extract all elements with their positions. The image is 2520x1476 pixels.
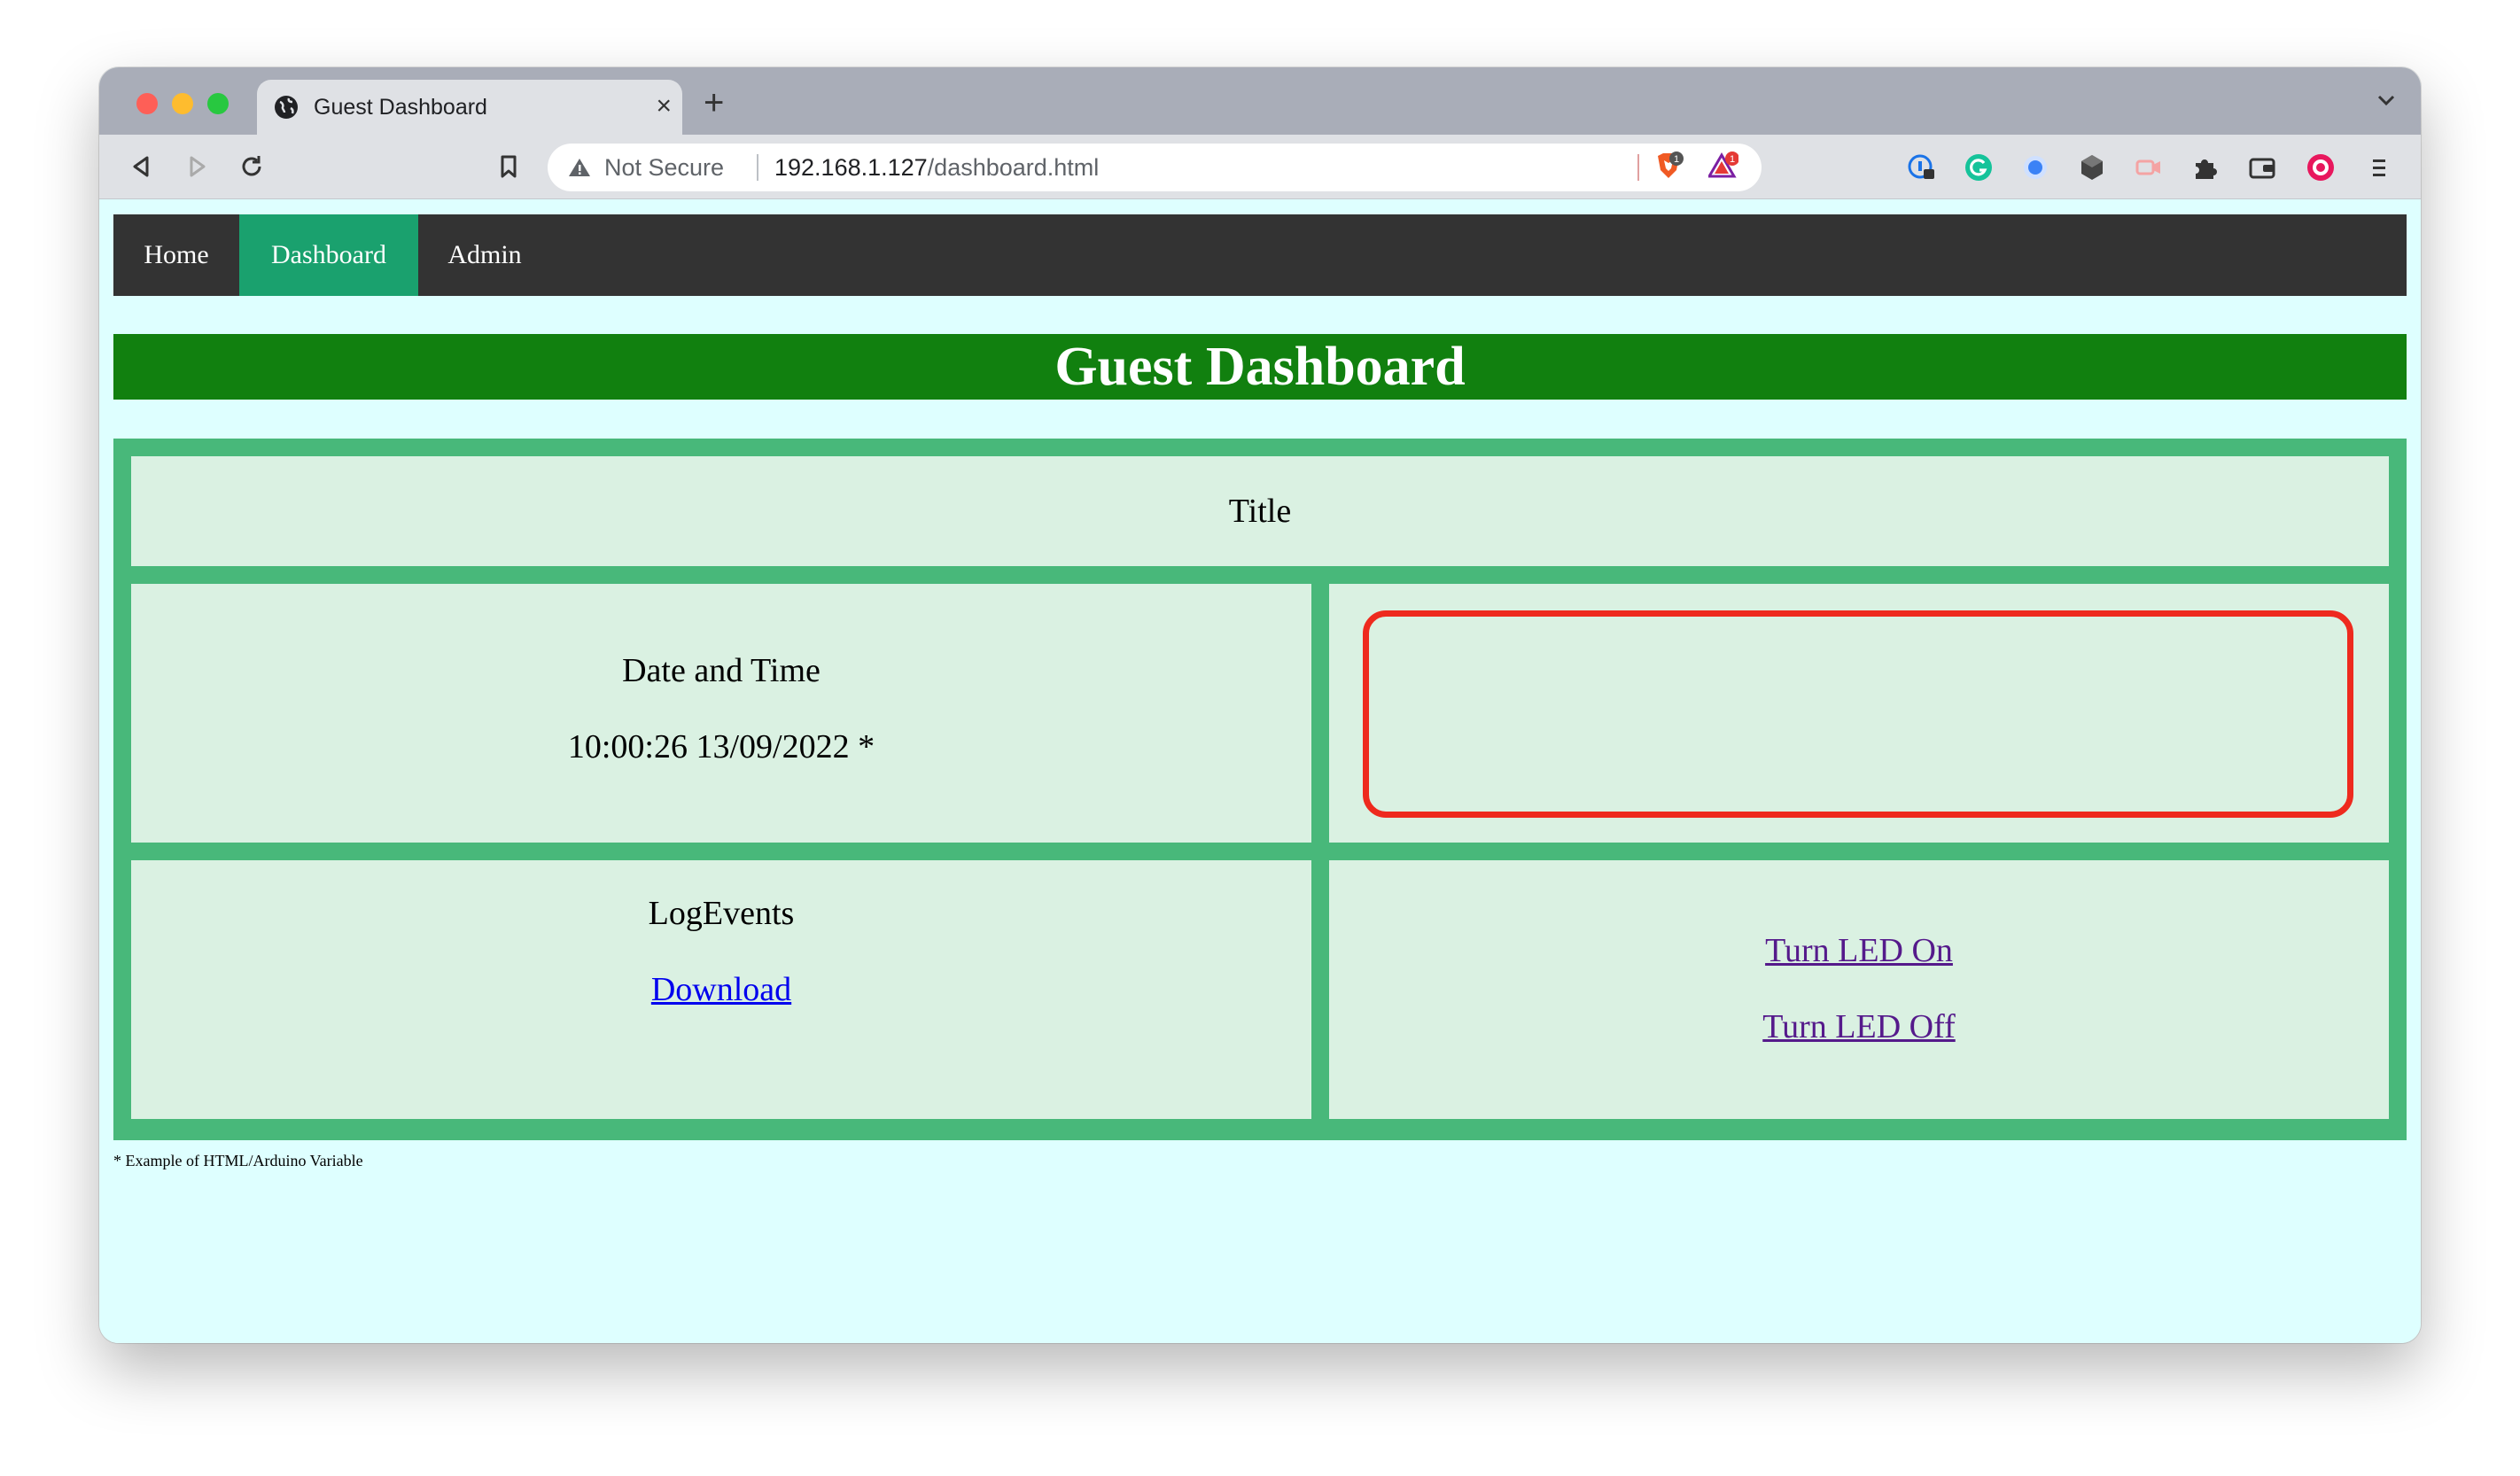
security-label[interactable]: Not Secure [604,154,724,181]
address-divider [757,154,758,181]
nav-home-link[interactable]: Home [113,214,239,296]
turn-led-on-link[interactable]: Turn LED On [1765,932,1953,969]
shield-badge-count: 1 [1674,154,1679,165]
minimize-window-button[interactable] [172,93,193,114]
new-tab-button[interactable]: + [704,85,724,120]
nav-admin-link[interactable]: Admin [418,214,551,296]
browser-window: Guest Dashboard × + Not Secure 192.168.1… [99,67,2421,1343]
rewards-badge-count: 1 [1730,154,1735,165]
grammarly-icon[interactable] [1964,152,1994,183]
browser-toolbar: Not Secure 192.168.1.127/dashboard.html … [99,135,2421,199]
title-text: Title [1228,493,1292,530]
tab-title: Guest Dashboard [314,95,487,120]
title-cell: Title [131,456,2389,566]
url-host: 192.168.1.127 [774,154,928,181]
brave-shields-icon[interactable]: 1 [1653,151,1684,181]
brave-rewards-icon[interactable]: 1 [1708,151,1738,181]
turn-led-off-link[interactable]: Turn LED Off [1762,1008,1955,1045]
log-events-label: LogEvents [648,895,795,932]
highlight-box [1363,610,2353,818]
highlighted-empty-cell [1329,584,2389,843]
tab-bar: Guest Dashboard × + [99,67,2421,135]
browser-tab[interactable]: Guest Dashboard × [257,80,682,135]
page-heading: Guest Dashboard [113,334,2407,400]
address-bar[interactable]: Not Secure 192.168.1.127/dashboard.html … [548,144,1762,191]
close-window-button[interactable] [136,93,158,114]
wallet-icon[interactable] [2247,152,2277,183]
warning-icon[interactable] [567,155,592,180]
extensions-puzzle-icon[interactable] [2190,152,2221,183]
close-tab-icon[interactable]: × [656,92,672,120]
tab-search-chevron-icon[interactable] [2373,87,2399,113]
blue-dot-extension-icon[interactable] [2020,152,2050,183]
globe-icon [275,96,298,119]
top-navigation: Home Dashboard Admin [113,214,2407,296]
nav-dashboard-link[interactable]: Dashboard [239,214,418,296]
maximize-window-button[interactable] [207,93,229,114]
back-icon[interactable] [126,151,158,183]
datetime-value: 10:00:26 13/09/2022 * [567,728,875,765]
password-manager-icon[interactable] [1907,152,1937,183]
menu-hamburger-icon[interactable] [2364,152,2394,183]
url-text[interactable]: 192.168.1.127/dashboard.html [774,154,1099,181]
screen-record-icon[interactable] [2134,152,2164,183]
footnote: * Example of HTML/Arduino Variable [113,1152,363,1169]
shield-divider [1637,154,1639,181]
reload-icon[interactable] [236,151,268,183]
bookmark-icon[interactable] [493,151,525,183]
datetime-label: Date and Time [622,652,821,689]
led-control-cell: Turn LED On Turn LED Off [1329,860,2389,1119]
datetime-cell: Date and Time 10:00:26 13/09/2022 * [131,584,1311,843]
url-path: /dashboard.html [927,154,1100,181]
download-link[interactable]: Download [651,971,791,1008]
forward-icon[interactable] [181,151,213,183]
log-events-cell: LogEvents Download [131,860,1311,1119]
cube-extension-icon[interactable] [2077,152,2107,183]
dashboard-grid: Title Date and Time 10:00:26 13/09/2022 … [113,439,2407,1140]
profile-avatar-icon[interactable] [2306,152,2336,183]
page-content: Home Dashboard Admin Guest Dashboard Tit… [99,199,2421,1343]
